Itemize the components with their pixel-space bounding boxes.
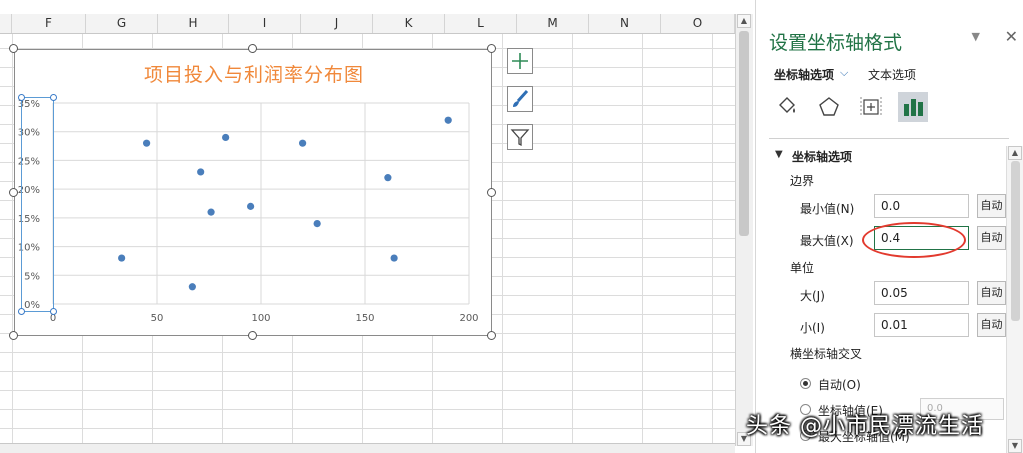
plot-area[interactable]: 0%5%10%15%20%25%30%35% 0 50 100 150 200 <box>15 50 493 337</box>
data-point <box>299 139 307 147</box>
scroll-down-arrow-icon[interactable]: ▼ <box>1008 439 1022 453</box>
data-point <box>390 254 398 262</box>
minor-unit-field[interactable]: 0.01 <box>874 313 969 337</box>
format-axis-pane: 设置坐标轴格式 ▼ ✕ 坐标轴选项 ⌵ 文本选项 ▼ 坐标轴选项 边界 最小值(… <box>755 0 1023 453</box>
size-properties-icon <box>860 97 882 117</box>
chart-resize-handle[interactable] <box>248 44 257 53</box>
chart-resize-handle[interactable] <box>487 331 496 340</box>
pentagon-icon <box>819 97 839 116</box>
x-tick-label: 200 <box>459 313 478 324</box>
column-header-f[interactable]: F <box>12 14 86 33</box>
y-axis-handle[interactable] <box>18 308 25 315</box>
filter-icon <box>510 129 530 147</box>
chart-elements-button[interactable] <box>507 48 533 74</box>
data-points <box>118 116 452 291</box>
scroll-thumb[interactable] <box>739 31 749 236</box>
units-label: 单位 <box>790 261 815 275</box>
major-label: 大(J) <box>800 289 825 303</box>
close-icon[interactable]: ✕ <box>1005 27 1018 46</box>
chart-resize-handle[interactable] <box>9 331 18 340</box>
column-header-h[interactable]: H <box>158 14 229 33</box>
chart-resize-handle[interactable] <box>487 44 496 53</box>
x-tick-label: 50 <box>151 313 164 324</box>
column-header-m[interactable]: M <box>517 14 589 33</box>
bar-chart-icon <box>904 99 923 116</box>
major-auto-button[interactable]: 自动 <box>977 281 1006 305</box>
divider <box>769 138 1009 139</box>
data-point <box>207 208 215 216</box>
chart-resize-handle[interactable] <box>248 331 257 340</box>
cross-auto-radio[interactable] <box>800 378 811 389</box>
tab-axis-options[interactable]: 坐标轴选项 <box>774 66 834 83</box>
data-point <box>197 168 205 176</box>
section-axis-options-title[interactable]: 坐标轴选项 <box>792 148 852 165</box>
pane-content: ▼ 坐标轴选项 边界 最小值(N) 0.0 自动 最大值(X) 0.4 自动 单… <box>756 140 1006 453</box>
column-header-g[interactable]: G <box>86 14 158 33</box>
chevron-down-icon[interactable]: ⌵ <box>840 66 848 80</box>
pane-options-chevron-icon[interactable]: ▼ <box>972 30 980 43</box>
minor-auto-button[interactable]: 自动 <box>977 313 1006 337</box>
y-axis-handle[interactable] <box>50 308 57 315</box>
data-point <box>222 133 230 142</box>
column-header-j[interactable]: J <box>301 14 373 33</box>
max-label: 最大值(X) <box>800 234 854 248</box>
scatter-chart[interactable]: 项目投入与利润率分布图 0% 5% 10% 15% 20% 25% 30% 35% 0 50 10… <box>14 49 492 336</box>
data-point <box>384 174 392 182</box>
min-label: 最小值(N) <box>800 202 855 216</box>
chart-resize-handle[interactable] <box>9 44 18 53</box>
max-auto-button[interactable]: 自动 <box>977 226 1006 250</box>
column-header-n[interactable]: N <box>589 14 661 33</box>
data-point <box>444 116 452 124</box>
watermark-text: 头条 @小市民漂流生活 <box>746 414 984 439</box>
effects-tab[interactable] <box>814 92 844 122</box>
y-axis-handle[interactable] <box>50 94 57 101</box>
tab-text-options[interactable]: 文本选项 <box>868 66 916 83</box>
scroll-up-arrow-icon[interactable]: ▲ <box>737 14 751 28</box>
plus-icon <box>512 53 528 69</box>
pane-vertical-scrollbar[interactable]: ▲ ▼ <box>1006 146 1023 453</box>
row-header-corner[interactable] <box>0 14 12 33</box>
spreadsheet-area[interactable]: F G H I J K L M N O 项目投入与利润率分布图 0% 5% 10% 1… <box>0 0 735 453</box>
bounds-label: 边界 <box>790 174 815 188</box>
column-header-k[interactable]: K <box>373 14 445 33</box>
chart-resize-handle[interactable] <box>9 188 18 197</box>
scroll-thumb[interactable] <box>1011 161 1020 321</box>
chart-filters-button[interactable] <box>507 124 533 150</box>
column-header-bar: F G H I J K L M N O <box>0 14 735 34</box>
data-point <box>118 254 126 262</box>
minor-label: 小(I) <box>800 321 825 335</box>
sheet-vertical-scrollbar[interactable]: ▲ ▼ <box>735 14 753 446</box>
axis-options-tab[interactable] <box>898 92 928 122</box>
data-point <box>313 220 321 228</box>
data-point <box>143 139 151 147</box>
sheet-tab-bar[interactable] <box>0 443 735 453</box>
column-header-o[interactable]: O <box>661 14 735 33</box>
collapse-chevron-icon[interactable]: ▼ <box>775 149 783 160</box>
fill-line-tab[interactable] <box>772 92 802 122</box>
column-header-i[interactable]: I <box>229 14 301 33</box>
min-auto-button[interactable]: 自动 <box>977 194 1006 218</box>
data-point <box>247 202 255 210</box>
brush-icon <box>513 89 529 107</box>
gridlines <box>52 102 470 305</box>
x-axis-labels: 0 50 100 150 200 <box>50 313 479 324</box>
data-point <box>188 283 196 291</box>
highlight-annotation <box>862 222 966 258</box>
chart-styles-button[interactable] <box>507 86 533 112</box>
y-axis-handle[interactable] <box>18 94 25 101</box>
cross-auto-label[interactable]: 自动(O) <box>818 376 861 393</box>
paint-bucket-icon <box>779 97 795 113</box>
pane-title: 设置坐标轴格式 <box>769 32 903 54</box>
x-tick-label: 150 <box>355 313 374 324</box>
y-axis-selection[interactable] <box>18 94 57 315</box>
chart-resize-handle[interactable] <box>487 188 496 197</box>
major-unit-field[interactable]: 0.05 <box>874 281 969 305</box>
size-properties-tab[interactable] <box>856 92 886 122</box>
column-header-l[interactable]: L <box>445 14 517 33</box>
min-value-field[interactable]: 0.0 <box>874 194 969 218</box>
cross-label: 横坐标轴交叉 <box>790 347 863 361</box>
scroll-up-arrow-icon[interactable]: ▲ <box>1008 146 1022 160</box>
x-tick-label: 100 <box>251 313 270 324</box>
